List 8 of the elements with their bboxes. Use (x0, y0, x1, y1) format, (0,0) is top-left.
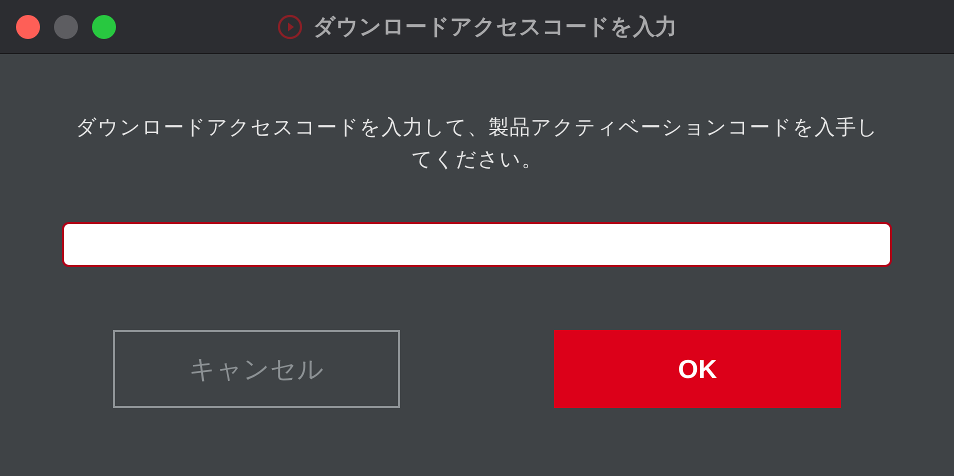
access-code-field[interactable] (62, 222, 892, 267)
cancel-button[interactable]: キャンセル (113, 330, 400, 408)
instruction-text: ダウンロードアクセスコードを入力して、製品アクティベーションコードを入手してください。 (74, 115, 880, 173)
play-circle-icon (277, 14, 303, 40)
close-button[interactable] (16, 14, 40, 38)
window-title: ダウンロードアクセスコードを入力 (313, 13, 677, 41)
ok-button[interactable]: OK (554, 330, 841, 408)
zoom-button[interactable] (92, 14, 116, 38)
